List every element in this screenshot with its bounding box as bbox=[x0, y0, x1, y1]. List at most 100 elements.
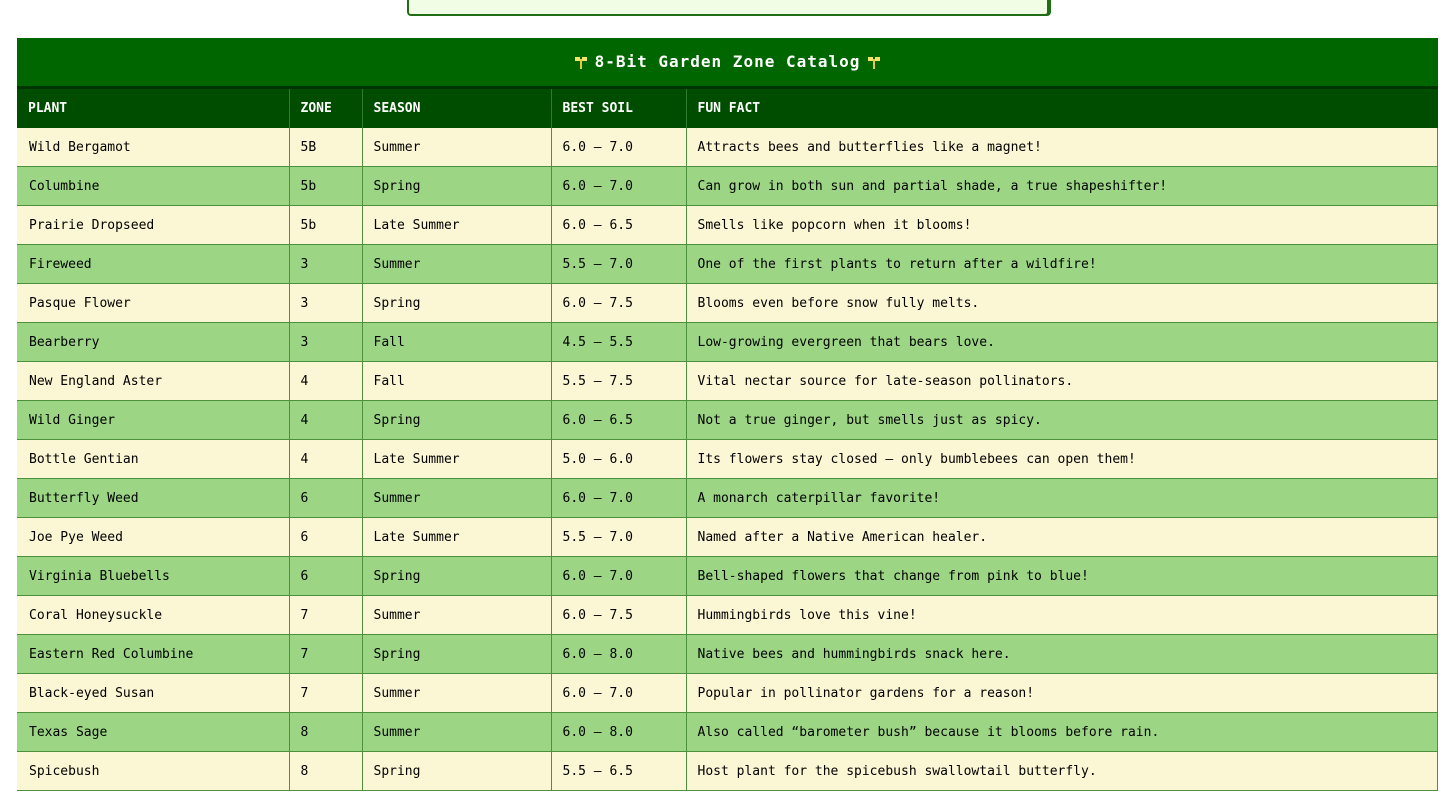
soil-cell: 6.0 – 8.0 bbox=[551, 712, 687, 752]
season-cell: Late Summer bbox=[362, 517, 552, 557]
soil-cell: 5.5 – 6.5 bbox=[551, 751, 687, 791]
season-cell: Summer bbox=[362, 128, 552, 167]
column-header-best-soil: BEST SOIL bbox=[551, 89, 687, 128]
header-row: PLANT ZONE SEASON BEST SOIL FUN FACT bbox=[17, 89, 1438, 128]
soil-cell: 6.0 – 8.0 bbox=[551, 634, 687, 674]
season-cell: Summer bbox=[362, 673, 552, 713]
season-cell: Spring bbox=[362, 634, 552, 674]
season-cell: Summer bbox=[362, 244, 552, 284]
fun-fact-cell: Not a true ginger, but smells just as sp… bbox=[686, 400, 1438, 440]
plant-cell: Columbine bbox=[17, 166, 290, 206]
plant-cell: Wild Bergamot bbox=[17, 128, 290, 167]
fun-fact-cell: Also called “barometer bush” because it … bbox=[686, 712, 1438, 752]
fun-fact-cell: One of the first plants to return after … bbox=[686, 244, 1438, 284]
soil-cell: 5.5 – 7.0 bbox=[551, 244, 687, 284]
zone-cell: 5b bbox=[289, 205, 363, 245]
soil-cell: 6.0 – 7.5 bbox=[551, 283, 687, 323]
zone-cell: 4 bbox=[289, 361, 363, 401]
soil-cell: 6.0 – 7.0 bbox=[551, 166, 687, 206]
fun-fact-cell: A monarch caterpillar favorite! bbox=[686, 478, 1438, 518]
soil-cell: 6.0 – 6.5 bbox=[551, 205, 687, 245]
season-cell: Fall bbox=[362, 361, 552, 401]
season-cell: Spring bbox=[362, 283, 552, 323]
soil-cell: 5.5 – 7.0 bbox=[551, 517, 687, 557]
table-body: Wild Bergamot 5B Summer 6.0 – 7.0 Attracts b… bbox=[17, 128, 1438, 791]
soil-cell: 4.5 – 5.5 bbox=[551, 322, 687, 362]
plant-cell: Bottle Gentian bbox=[17, 439, 290, 479]
table-row: New England Aster 4 Fall 5.5 – 7.5 Vital nec… bbox=[17, 361, 1438, 401]
plant-cell: Wild Ginger bbox=[17, 400, 290, 440]
plant-cell: Butterfly Weed bbox=[17, 478, 290, 518]
plant-cell: Bearberry bbox=[17, 322, 290, 362]
table-row: Joe Pye Weed 6 Late Summer 5.5 – 7.0 Named a… bbox=[17, 517, 1438, 557]
soil-cell: 6.0 – 7.5 bbox=[551, 595, 687, 635]
soil-cell: 6.0 – 7.0 bbox=[551, 556, 687, 596]
season-cell: Late Summer bbox=[362, 439, 552, 479]
fun-fact-cell: Hummingbirds love this vine! bbox=[686, 595, 1438, 635]
fun-fact-cell: Bell-shaped flowers that change from pin… bbox=[686, 556, 1438, 596]
column-header-zone: ZONE bbox=[289, 89, 363, 128]
fun-fact-cell: Popular in pollinator gardens for a reas… bbox=[686, 673, 1438, 713]
season-cell: Summer bbox=[362, 712, 552, 752]
soil-cell: 6.0 – 7.0 bbox=[551, 128, 687, 167]
zone-cell: 3 bbox=[289, 322, 363, 362]
table-row: Prairie Dropseed 5b Late Summer 6.0 – 6.5 Sm… bbox=[17, 205, 1438, 245]
fun-fact-cell: Named after a Native American healer. bbox=[686, 517, 1438, 557]
plant-cell: Texas Sage bbox=[17, 712, 290, 752]
plant-cell: Virginia Bluebells bbox=[17, 556, 290, 596]
zone-cell: 3 bbox=[289, 283, 363, 323]
top-input-box[interactable] bbox=[407, 0, 1049, 16]
soil-cell: 6.0 – 7.0 bbox=[551, 478, 687, 518]
zone-cell: 6 bbox=[289, 556, 363, 596]
zone-cell: 3 bbox=[289, 244, 363, 284]
plant-cell: Eastern Red Columbine bbox=[17, 634, 290, 674]
table-row: Wild Bergamot 5B Summer 6.0 – 7.0 Attracts b… bbox=[17, 128, 1438, 167]
column-header-fun-fact: FUN FACT bbox=[686, 89, 1438, 128]
season-cell: Fall bbox=[362, 322, 552, 362]
table-row: Texas Sage 8 Summer 6.0 – 8.0 Also called “b… bbox=[17, 712, 1438, 752]
fun-fact-cell: Vital nectar source for late-season poll… bbox=[686, 361, 1438, 401]
fun-fact-cell: Can grow in both sun and partial shade, … bbox=[686, 166, 1438, 206]
zone-cell: 7 bbox=[289, 595, 363, 635]
plant-cell: Coral Honeysuckle bbox=[17, 595, 290, 635]
table-row: Butterfly Weed 6 Summer 6.0 – 7.0 A monarch … bbox=[17, 478, 1438, 518]
fun-fact-cell: Host plant for the spicebush swallowtail… bbox=[686, 751, 1438, 791]
plant-cell: Prairie Dropseed bbox=[17, 205, 290, 245]
season-cell: Summer bbox=[362, 478, 552, 518]
zone-cell: 6 bbox=[289, 478, 363, 518]
season-cell: Spring bbox=[362, 751, 552, 791]
plant-cell: Pasque Flower bbox=[17, 283, 290, 323]
season-cell: Late Summer bbox=[362, 205, 552, 245]
zone-cell: 6 bbox=[289, 517, 363, 557]
season-cell: Summer bbox=[362, 595, 552, 635]
soil-cell: 5.0 – 6.0 bbox=[551, 439, 687, 479]
fun-fact-cell: Low-growing evergreen that bears love. bbox=[686, 322, 1438, 362]
table-row: Pasque Flower 3 Spring 6.0 – 7.5 Blooms even… bbox=[17, 283, 1438, 323]
sprout-icon bbox=[868, 55, 881, 69]
season-cell: Spring bbox=[362, 400, 552, 440]
plant-cell: Spicebush bbox=[17, 751, 290, 791]
fun-fact-cell: Its flowers stay closed – only bumblebee… bbox=[686, 439, 1438, 479]
season-cell: Spring bbox=[362, 166, 552, 206]
table-row: Spicebush 8 Spring 5.5 – 6.5 Host plant for … bbox=[17, 751, 1438, 791]
fun-fact-cell: Attracts bees and butterflies like a mag… bbox=[686, 128, 1438, 167]
plant-cell: Joe Pye Weed bbox=[17, 517, 290, 557]
soil-cell: 6.0 – 6.5 bbox=[551, 400, 687, 440]
season-cell: Spring bbox=[362, 556, 552, 596]
fun-fact-cell: Smells like popcorn when it blooms! bbox=[686, 205, 1438, 245]
table-row: Wild Ginger 4 Spring 6.0 – 6.5 Not a true gi… bbox=[17, 400, 1438, 440]
zone-cell: 4 bbox=[289, 439, 363, 479]
zone-cell: 5B bbox=[289, 128, 363, 167]
fun-fact-cell: Blooms even before snow fully melts. bbox=[686, 283, 1438, 323]
column-header-season: SEASON bbox=[362, 89, 552, 128]
table-row: Virginia Bluebells 6 Spring 6.0 – 7.0 Bell-s… bbox=[17, 556, 1438, 596]
zone-cell: 4 bbox=[289, 400, 363, 440]
table-row: Coral Honeysuckle 7 Summer 6.0 – 7.5 Humming… bbox=[17, 595, 1438, 635]
zone-cell: 8 bbox=[289, 712, 363, 752]
fun-fact-cell: Native bees and hummingbirds snack here. bbox=[686, 634, 1438, 674]
catalog-title-bar: 8-Bit Garden Zone Catalog bbox=[17, 38, 1438, 89]
sprout-icon bbox=[574, 55, 587, 69]
table-row: Bottle Gentian 4 Late Summer 5.0 – 6.0 Its f… bbox=[17, 439, 1438, 479]
zone-cell: 7 bbox=[289, 673, 363, 713]
zone-cell: 5b bbox=[289, 166, 363, 206]
